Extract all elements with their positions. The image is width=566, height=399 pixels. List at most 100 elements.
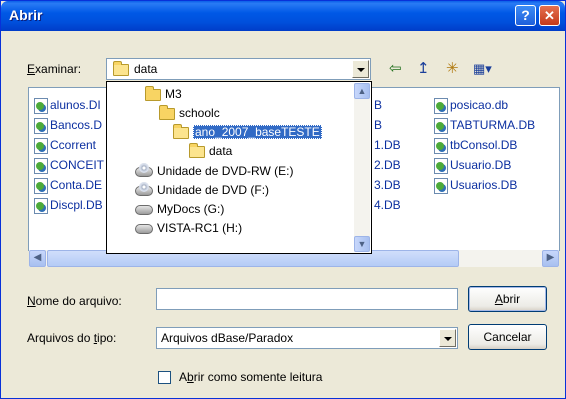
db-file-icon [434, 177, 448, 194]
scroll-up-button[interactable]: ▲ [354, 83, 370, 99]
list-item-partial[interactable]: 3.DB [374, 176, 401, 194]
list-item[interactable]: Usuario.DB [434, 156, 511, 174]
list-item[interactable]: Discpl.DB [34, 196, 103, 214]
close-button[interactable]: ✕ [539, 5, 560, 26]
filename-label-accel: N [27, 294, 36, 308]
dropdown-item-schoolc[interactable]: schoolc [159, 104, 220, 122]
dvd-drive-icon [135, 181, 153, 196]
folder-icon [159, 104, 175, 120]
readonly-label-accel: b [187, 370, 194, 384]
chevron-down-icon[interactable] [352, 60, 369, 78]
help-button[interactable]: ? [515, 5, 536, 26]
list-item[interactable]: Bancos.D [34, 116, 102, 134]
open-button[interactable]: Abrir [468, 286, 547, 312]
dropdown-item-vista[interactable]: VISTA-RC1 (H:) [135, 219, 242, 237]
file-name: Discpl.DB [50, 198, 103, 212]
filename-label-rest: ome do arquivo: [35, 294, 122, 308]
list-item[interactable]: Ccorrent [34, 136, 96, 154]
list-item-partial[interactable]: 1.DB [374, 136, 401, 154]
filename-input[interactable] [156, 288, 458, 310]
list-item[interactable]: alunos.DI [34, 96, 101, 114]
list-item-partial[interactable]: B [374, 116, 382, 134]
title-bar[interactable]: Abrir ? ✕ [1, 1, 565, 31]
filetype-label: Arquivos do tipo: [27, 331, 116, 345]
dvd-drive-icon [135, 162, 153, 177]
file-name: Conta.DE [50, 178, 103, 192]
dropdown-item-dvdrw[interactable]: Unidade de DVD-RW (E:) [135, 162, 294, 180]
list-item[interactable]: posicao.db [434, 96, 508, 114]
list-item-partial[interactable]: B [374, 96, 382, 114]
dropdown-item-ano-2007[interactable]: ano_2007_baseTESTE [173, 123, 322, 141]
scroll-right-button[interactable]: ▶ [542, 250, 559, 267]
look-in-combo[interactable]: data [106, 58, 371, 80]
dropdown-item-data[interactable]: data [189, 142, 232, 160]
filetype-value: Arquivos dBase/Paradox [161, 331, 294, 345]
open-button-accel: A [494, 292, 503, 306]
network-drive-icon [135, 223, 153, 234]
look-in-value: data [134, 62, 158, 76]
list-item-partial[interactable]: 2.DB [374, 156, 401, 174]
db-file-icon [34, 97, 48, 114]
dropdown-item-label: data [209, 144, 233, 158]
file-name: Ccorrent [50, 138, 97, 152]
filetype-select[interactable]: Arquivos dBase/Paradox [156, 327, 458, 349]
dropdown-item-label: Unidade de DVD (F:) [157, 183, 270, 197]
up-folder-icon[interactable]: ↥ [417, 61, 430, 77]
db-file-icon [34, 197, 48, 214]
db-file-icon [434, 137, 448, 154]
dropdown-item-m3[interactable]: M3 [145, 85, 182, 103]
list-item-partial[interactable]: 4.DB [374, 196, 401, 214]
dropdown-scrollbar[interactable]: ▲ ▼ [354, 83, 370, 252]
db-file-icon [34, 157, 48, 174]
db-file-icon [34, 117, 48, 134]
dropdown-item-label: ano_2007_baseTESTE [193, 125, 322, 139]
db-file-icon [434, 157, 448, 174]
file-name: alunos.DI [50, 98, 101, 112]
open-dialog: Abrir ? ✕ Examinar: data ⇦ ↥ ✳ ▦▾ alunos… [0, 0, 566, 399]
list-item[interactable]: Conta.DE [34, 176, 102, 194]
readonly-checkbox[interactable] [158, 371, 171, 384]
scroll-down-button[interactable]: ▼ [354, 236, 370, 252]
file-name: Bancos.D [50, 118, 103, 132]
filetype-label-rest: ipo: [97, 331, 117, 345]
file-name: CONCEIT [50, 158, 104, 172]
look-in-label-rest: xaminar: [35, 62, 82, 76]
db-file-icon [434, 97, 448, 114]
filename-label: Nome do arquivo: [27, 294, 122, 308]
dropdown-item-label: Unidade de DVD-RW (E:) [157, 164, 294, 178]
look-in-label: Examinar: [27, 62, 82, 76]
list-item[interactable]: tbConsol.DB [434, 136, 517, 154]
db-file-icon [34, 177, 48, 194]
folder-icon [145, 85, 161, 101]
dropdown-item-dvd[interactable]: Unidade de DVD (F:) [135, 181, 269, 199]
dropdown-item-label: MyDocs (G:) [157, 202, 225, 216]
back-icon[interactable]: ⇦ [389, 61, 402, 77]
readonly-label-rest: rir como somente leitura [193, 370, 323, 384]
new-folder-icon[interactable]: ✳ [446, 61, 459, 77]
dropdown-item-label: VISTA-RC1 (H:) [157, 221, 243, 235]
dropdown-item-mydocs[interactable]: MyDocs (G:) [135, 200, 224, 218]
readonly-label-pre: A [179, 370, 188, 384]
folder-icon [189, 142, 205, 158]
file-name: tbConsol.DB [450, 138, 518, 152]
chevron-down-icon[interactable] [439, 329, 456, 347]
file-name: TABTURMA.DB [450, 118, 536, 132]
look-in-dropdown[interactable]: M3 schoolc ano_2007_baseTESTE data Unida… [106, 81, 372, 254]
open-button-label: brir [502, 292, 521, 306]
dropdown-item-label: schoolc [179, 106, 220, 120]
folder-icon [113, 61, 129, 76]
readonly-label[interactable]: Abrir como somente leitura [179, 370, 322, 384]
list-item[interactable]: Usuarios.DB [434, 176, 517, 194]
db-file-icon [434, 117, 448, 134]
network-drive-icon [135, 204, 153, 215]
list-item[interactable]: TABTURMA.DB [434, 116, 535, 134]
file-name: Usuarios.DB [450, 178, 518, 192]
dropdown-item-label: M3 [165, 87, 182, 101]
db-file-icon [34, 137, 48, 154]
file-name: Usuario.DB [450, 158, 512, 172]
view-menu-icon[interactable]: ▦▾ [473, 61, 492, 77]
list-item[interactable]: CONCEIT [34, 156, 104, 174]
cancel-button[interactable]: Cancelar [468, 324, 547, 350]
file-name: posicao.db [450, 98, 509, 112]
scroll-left-button[interactable]: ◀ [29, 250, 46, 267]
